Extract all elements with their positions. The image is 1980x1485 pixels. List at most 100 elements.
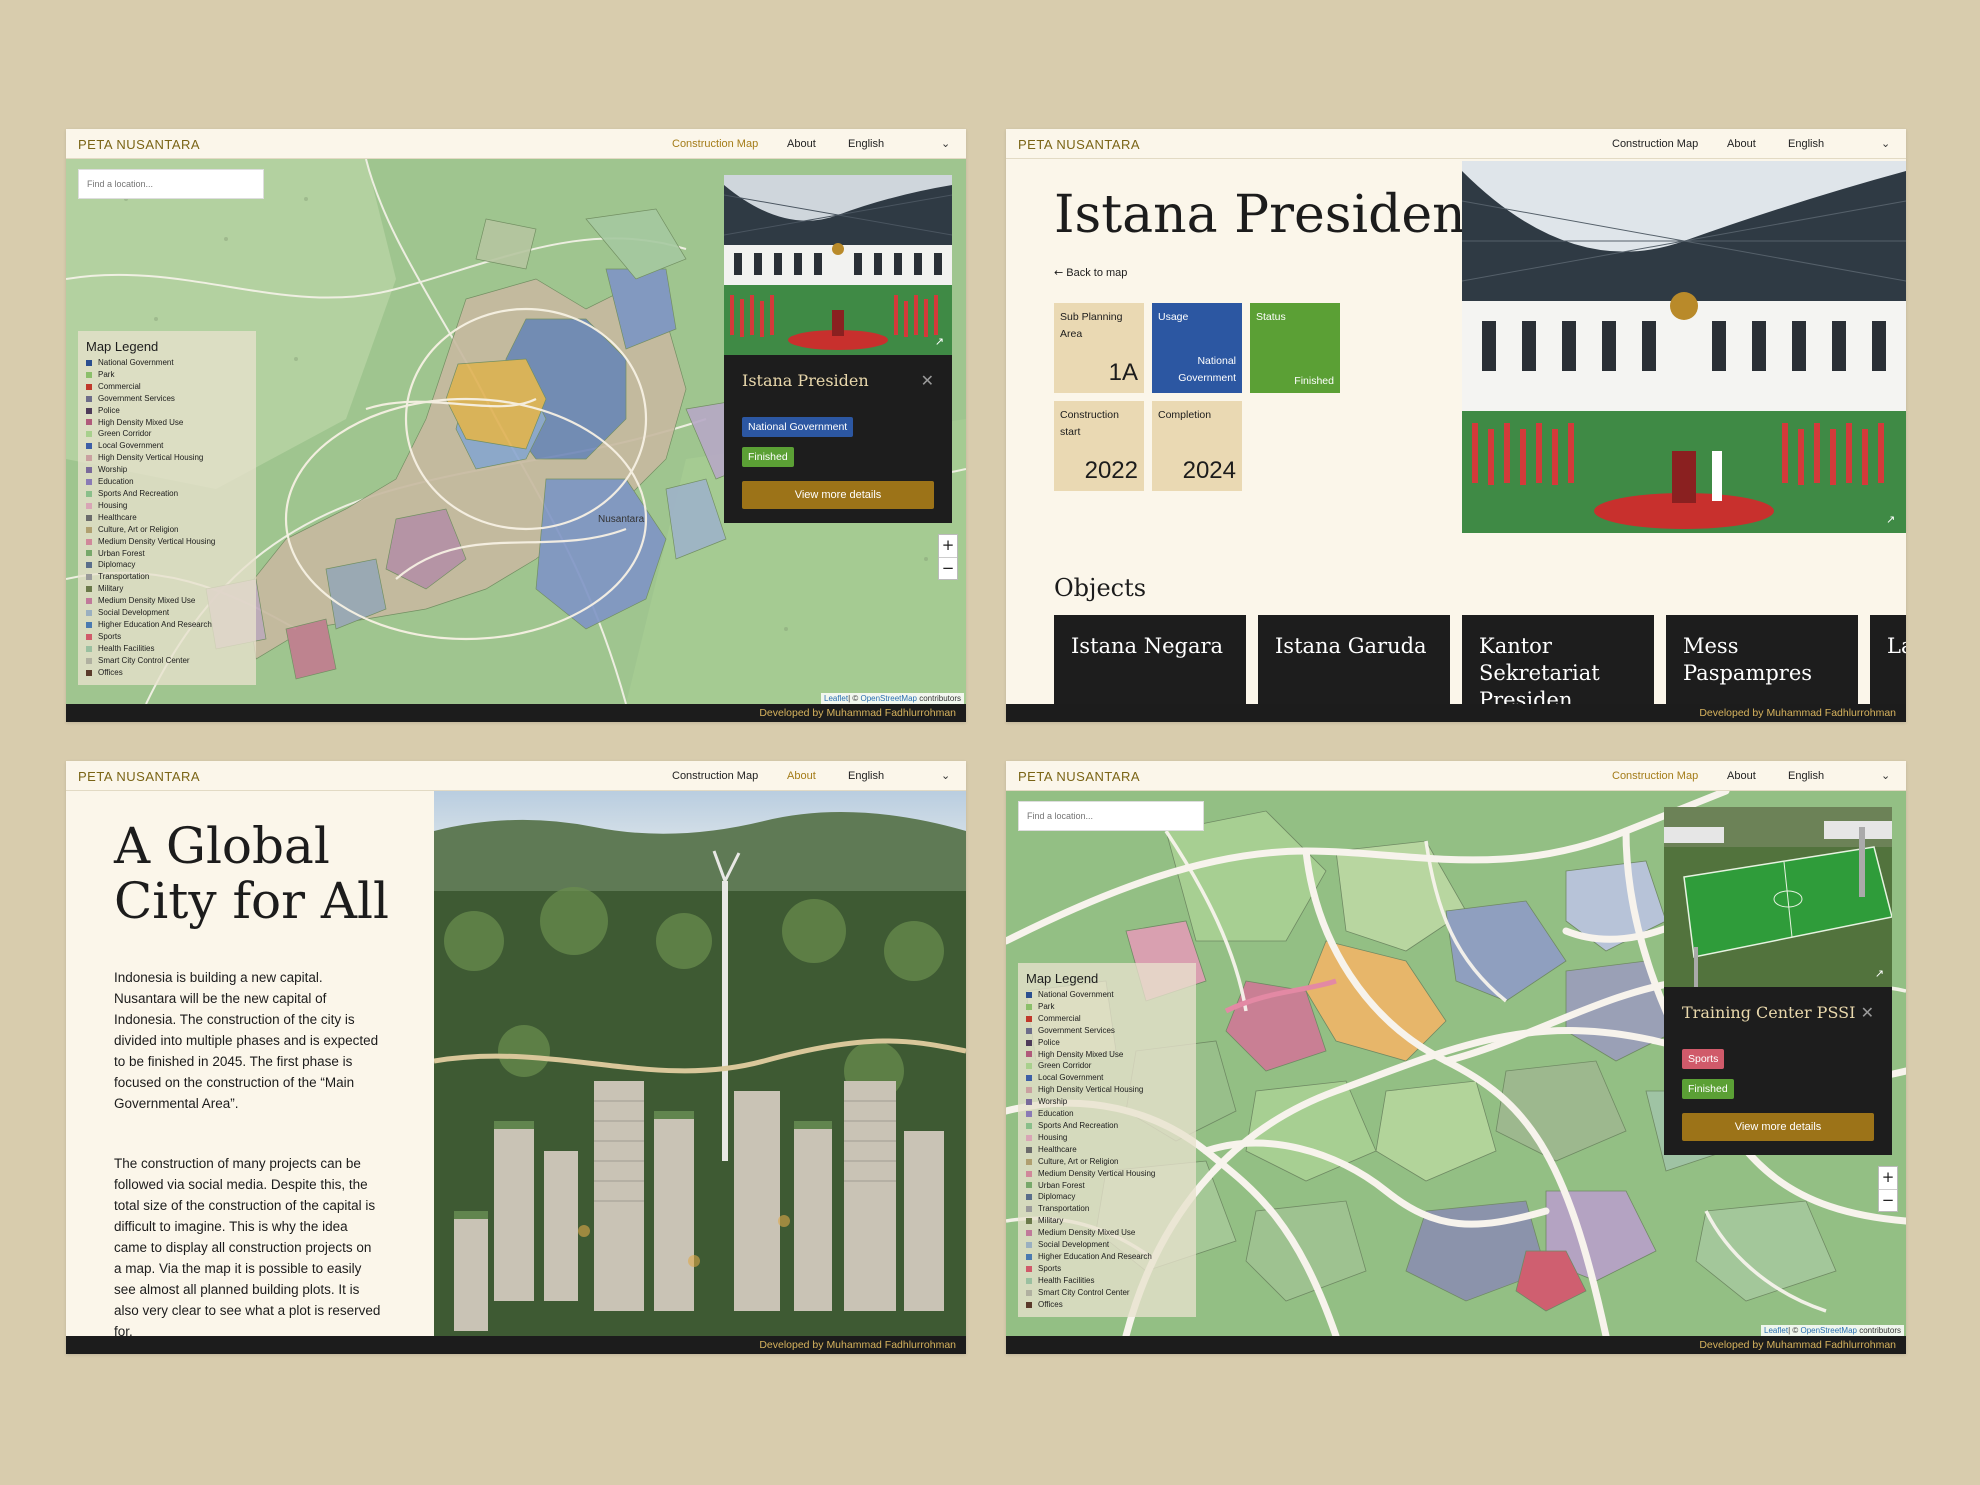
legend-label: Sports xyxy=(1038,1263,1062,1273)
object-card[interactable]: Mess Paspampres xyxy=(1666,615,1858,715)
legend-label: Commercial xyxy=(1038,1013,1081,1023)
legend-item: Social Development xyxy=(86,607,248,619)
tile-label: Usage xyxy=(1158,311,1189,323)
nav-construction-map[interactable]: Construction Map xyxy=(672,138,758,150)
language-select[interactable]: English xyxy=(1788,138,1824,150)
nav-about[interactable]: About xyxy=(1727,770,1756,782)
external-link-icon[interactable]: ↗ xyxy=(1886,513,1895,526)
external-link-icon[interactable]: ↗ xyxy=(1875,967,1884,980)
tile-value: 1A xyxy=(1108,359,1138,386)
chevron-down-icon[interactable]: ⌄ xyxy=(941,769,950,782)
legend-item: High Density Vertical Housing xyxy=(86,452,248,464)
nav-about[interactable]: About xyxy=(1727,138,1756,150)
legend-swatch xyxy=(86,359,92,366)
back-to-map-link[interactable]: ← Back to map xyxy=(1054,266,1127,279)
legend-swatch xyxy=(1026,1087,1032,1094)
legend-label: Transportation xyxy=(98,572,150,582)
city-render-image xyxy=(434,791,966,1336)
about-title: A Global City for All xyxy=(114,817,389,930)
legend-label: Urban Forest xyxy=(98,548,145,558)
legend-label: Medium Density Mixed Use xyxy=(98,596,196,606)
legend-swatch xyxy=(1026,1218,1032,1225)
legend-label: Sports xyxy=(98,631,122,641)
usage-badge: Sports xyxy=(1682,1049,1725,1069)
close-icon[interactable]: ✕ xyxy=(921,371,934,390)
openstreetmap-link[interactable]: OpenStreetMap xyxy=(1800,1326,1856,1335)
legend-item: Health Facilities xyxy=(86,643,248,655)
legend-swatch xyxy=(1026,1063,1032,1070)
chevron-down-icon[interactable]: ⌄ xyxy=(941,137,950,150)
map-canvas[interactable]: Nusantara Map Legend National Government… xyxy=(66,159,966,704)
nav-construction-map[interactable]: Construction Map xyxy=(1612,770,1698,782)
about-paragraph-1: Indonesia is building a new capital. Nus… xyxy=(114,970,379,1111)
legend-swatch xyxy=(1026,1277,1032,1284)
legend-label: Culture, Art or Religion xyxy=(98,524,179,534)
openstreetmap-link[interactable]: OpenStreetMap xyxy=(860,694,916,703)
popup-title: Training Center PSSI xyxy=(1682,1003,1856,1022)
object-card[interactable]: Kantor Sekretariat Presiden xyxy=(1462,615,1654,715)
legend-item: Diplomacy xyxy=(86,559,248,571)
map-legend: Map Legend National Government Park Commer… xyxy=(1018,963,1196,1317)
leaflet-link[interactable]: Leaflet xyxy=(1764,1326,1788,1335)
legend-swatch xyxy=(86,538,92,545)
external-link-icon[interactable]: ↗ xyxy=(935,335,944,348)
legend-label: Offices xyxy=(98,667,123,677)
footer-credit: Developed by Muhammad Fadhlurrohman xyxy=(759,707,956,719)
legend-swatch xyxy=(1026,1230,1032,1237)
nav-about[interactable]: About xyxy=(787,138,816,150)
legend-item: Social Development xyxy=(1026,1239,1188,1251)
view-details-button[interactable]: View more details xyxy=(742,481,934,509)
zoom-out-button[interactable]: − xyxy=(1879,1189,1897,1211)
legend-item: Park xyxy=(86,369,248,381)
brand-logo[interactable]: PETA NUSANTARA xyxy=(1018,137,1140,152)
legend-swatch xyxy=(86,431,92,438)
navbar: PETA NUSANTARA Construction Map About En… xyxy=(66,129,966,159)
legend-list: National Government Park Commercial Governm… xyxy=(1026,989,1188,1310)
leaflet-link[interactable]: Leaflet xyxy=(824,694,848,703)
legend-label: Commercial xyxy=(98,381,141,391)
view-details-button[interactable]: View more details xyxy=(1682,1113,1874,1141)
object-card[interactable]: La Up xyxy=(1870,615,1906,715)
legend-label: Local Government xyxy=(98,441,164,451)
close-icon[interactable]: ✕ xyxy=(1861,1003,1874,1022)
brand-logo[interactable]: PETA NUSANTARA xyxy=(1018,769,1140,784)
legend-item: Urban Forest xyxy=(86,548,248,560)
footer: Developed by Muhammad Fadhlurrohman xyxy=(66,704,966,722)
brand-logo[interactable]: PETA NUSANTARA xyxy=(78,769,200,784)
map-canvas[interactable]: Map Legend National Government Park Commer… xyxy=(1006,791,1906,1336)
zoom-in-button[interactable]: + xyxy=(1879,1167,1897,1189)
legend-label: Worship xyxy=(98,465,128,475)
nav-construction-map[interactable]: Construction Map xyxy=(1612,138,1698,150)
legend-label: Sports And Recreation xyxy=(98,488,179,498)
legend-swatch xyxy=(86,633,92,640)
object-card[interactable]: Istana Negara xyxy=(1054,615,1246,715)
zoom-in-button[interactable]: + xyxy=(939,535,957,557)
nav-construction-map[interactable]: Construction Map xyxy=(672,770,758,782)
language-select[interactable]: English xyxy=(1788,770,1824,782)
object-card[interactable]: Istana Garuda xyxy=(1258,615,1450,715)
legend-label: Green Corridor xyxy=(98,429,152,439)
legend-item: Military xyxy=(86,583,248,595)
legend-item: Healthcare xyxy=(86,512,248,524)
legend-label: Transportation xyxy=(1038,1204,1090,1214)
attribution-separator: | © xyxy=(848,694,861,703)
legend-label: Education xyxy=(1038,1109,1074,1119)
legend-item: Sports And Recreation xyxy=(1026,1120,1188,1132)
language-select[interactable]: English xyxy=(848,770,884,782)
language-select[interactable]: English xyxy=(848,138,884,150)
zoom-out-button[interactable]: − xyxy=(939,557,957,579)
legend-item: Commercial xyxy=(1026,1013,1188,1025)
nav-about[interactable]: About xyxy=(787,770,816,782)
legend-item: Transportation xyxy=(86,571,248,583)
legend-item: Military xyxy=(1026,1215,1188,1227)
brand-logo[interactable]: PETA NUSANTARA xyxy=(78,137,200,152)
chevron-down-icon[interactable]: ⌄ xyxy=(1881,769,1890,782)
legend-swatch xyxy=(1026,1182,1032,1189)
footer: Developed by Muhammad Fadhlurrohman xyxy=(1006,1336,1906,1354)
legend-item: High Density Mixed Use xyxy=(1026,1049,1188,1061)
chevron-down-icon[interactable]: ⌄ xyxy=(1881,137,1890,150)
legend-label: High Density Mixed Use xyxy=(98,417,184,427)
search-input[interactable] xyxy=(1018,801,1204,831)
legend-swatch xyxy=(86,514,92,521)
search-input[interactable] xyxy=(78,169,264,199)
